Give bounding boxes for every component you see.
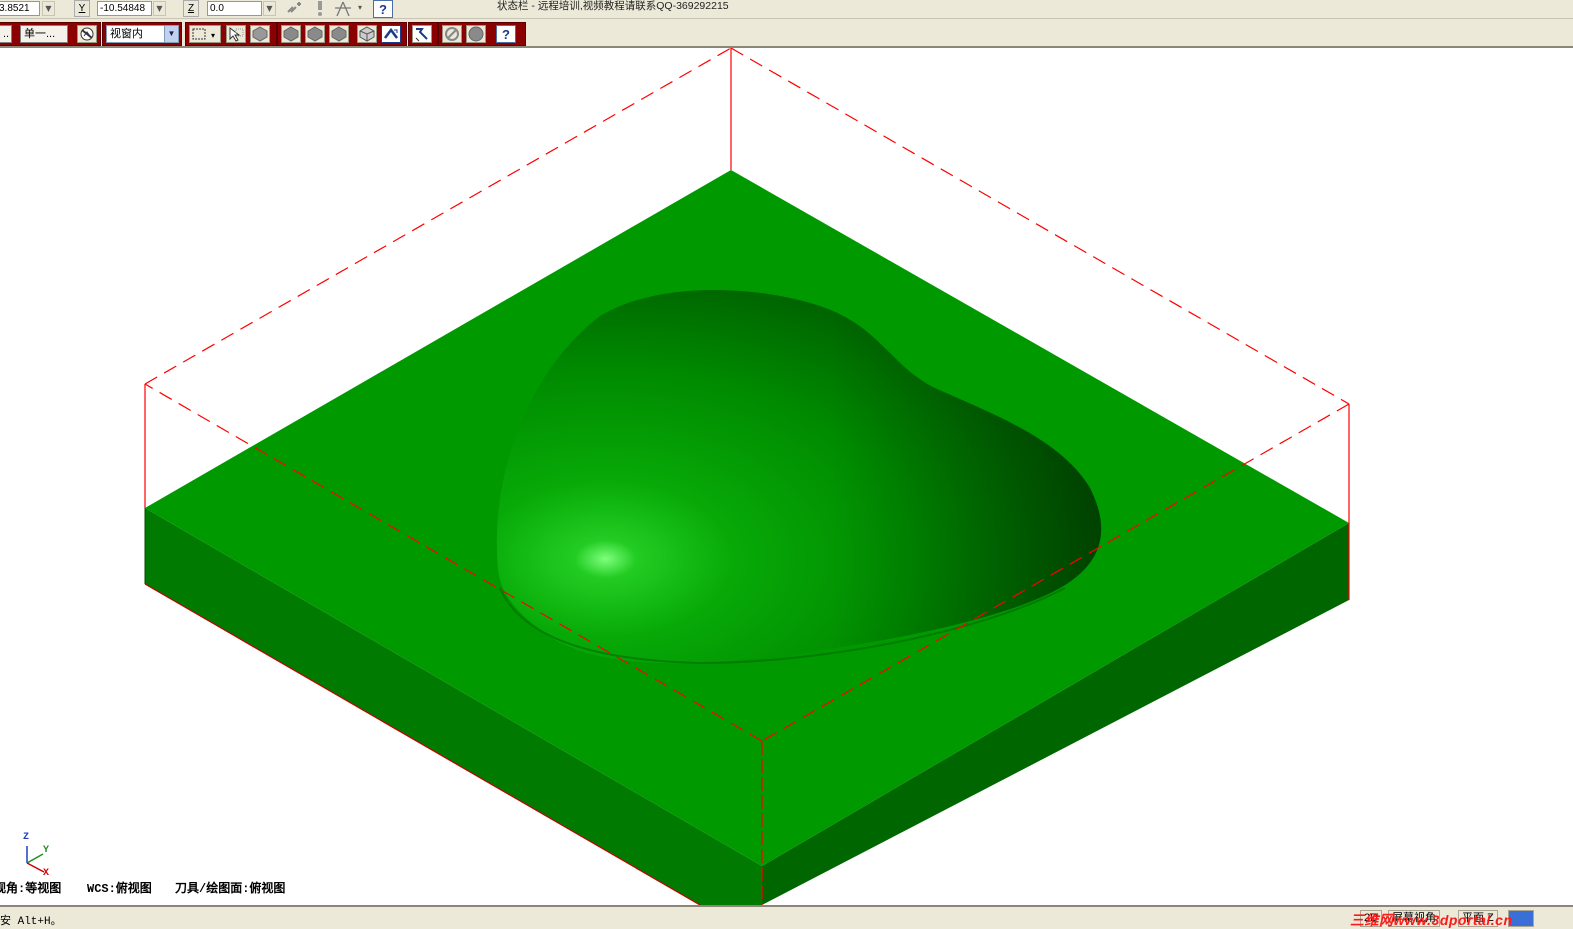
toolbar-group-3: ▾ [185,22,277,46]
solid-face-icon[interactable] [281,25,301,43]
select-arrow-icon[interactable] [226,25,246,43]
y-coordinate-field[interactable]: -10.54848 [97,1,152,16]
help-icon[interactable]: ? [373,0,393,18]
more-button[interactable]: .. [0,25,12,43]
toolbar-group-6: ? [438,22,526,46]
gview-label: 视角:等视图 [0,882,62,896]
axis-z-label: Z [23,832,30,843]
axis-triad-icon [26,846,45,873]
autocursor-icon[interactable] [333,0,353,18]
axis-x-label: X [43,868,50,879]
status-title: 状态栏 - 远程培训,视频教程请联系QQ-369292215 [497,0,729,12]
mask-selection-icon[interactable] [77,25,97,43]
tplane-label: 刀具/绘图面:俯视图 [175,882,286,896]
x-dropdown-arrow-icon[interactable]: ▼ [42,1,55,16]
chevron-down-icon: ▼ [164,26,178,42]
window-select-icon[interactable]: ▾ [189,25,221,43]
toolbar-group-5 [408,22,438,46]
z-coordinate-field[interactable]: 0.0 [207,1,262,16]
autocursor-dropdown-icon[interactable]: ▾ [355,1,365,16]
axis-y-label: Y [43,845,50,856]
point-marker-icon[interactable] [310,0,330,18]
watermark: 三维网www.3dportal.cn [1350,912,1513,928]
toolbar-group-4 [277,22,407,46]
model-scene[interactable] [0,48,1573,905]
toolbar-group-2: 视窗内 ▼ [102,22,182,46]
solid-edge-icon[interactable] [329,25,349,43]
solid-transparent-icon[interactable] [357,25,377,43]
x-coordinate-field[interactable]: 3.8521 [0,1,40,16]
wcs-label: WCS:俯视图 [87,882,152,896]
solid-body-icon[interactable] [305,25,325,43]
svg-text:?: ? [379,2,387,17]
y-axis-button[interactable]: Y [74,0,90,17]
reverse-selection-icon[interactable] [381,25,401,43]
z-dropdown-arrow-icon[interactable]: ▼ [263,1,276,16]
graphics-viewport[interactable]: Z Y X 视角:等视图 WCS:俯视图 刀具/绘图面:俯视图 [0,48,1573,905]
status-prompt: 安 Alt+H。 [0,916,62,928]
svg-text:?: ? [502,27,510,42]
view-selection-value: 视窗内 [110,28,143,40]
select-solid-icon[interactable] [250,25,270,43]
svg-text:▾: ▾ [211,31,215,40]
single-select-button[interactable]: 单一... [20,25,68,43]
y-dropdown-arrow-icon[interactable]: ▼ [153,1,166,16]
status-bar: 安 Alt+H。 2D 屏幕视角 平面 Z 三维网www.3dportal.cn [0,905,1573,929]
coordinate-bar: 3.8521 ▼ Y -10.54848 ▼ Z 0.0 ▼ ▾ ? 状态栏 -… [0,0,1573,19]
verify-selection-icon[interactable] [412,25,432,43]
toolbar-group-1: .. 单一... [0,22,101,46]
cancel-selection-icon[interactable] [442,25,462,43]
view-selection-dropdown[interactable]: 视窗内 ▼ [106,25,179,43]
z-axis-button[interactable]: Z [183,0,199,17]
end-selection-icon[interactable] [466,25,486,43]
selection-help-icon[interactable]: ? [496,25,516,43]
selection-toolbar: .. 单一... 视窗内 ▼ ▾ ? [0,19,1573,48]
fast-point-icon[interactable] [285,0,305,18]
